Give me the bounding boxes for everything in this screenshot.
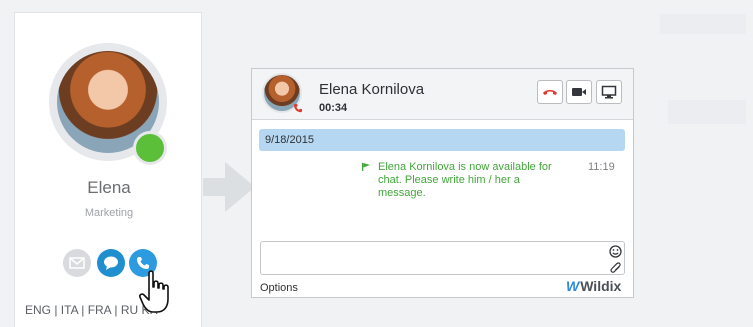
chat-bubble-icon [104,256,118,270]
hangup-icon [543,90,557,95]
chat-header: Elena Kornilova 00:34 [252,69,633,120]
date-separator: 9/18/2015 [259,129,625,151]
chat-window: Elena Kornilova 00:34 9/18/2015 Elena Ko… [251,68,634,298]
brand-mark: W [566,278,580,294]
call-timer: 00:34 [319,102,348,114]
hangup-button[interactable] [537,80,563,104]
chat-contact-name: Elena Kornilova [319,81,425,98]
video-camera-icon [572,88,586,96]
contact-name: Elena [87,178,131,197]
background-shape [660,14,746,34]
envelope-icon [69,257,85,269]
hand-pointer-icon [139,270,169,313]
brand-name: Wildix [580,278,622,294]
phone-icon [137,257,149,269]
screen-share-button[interactable] [596,80,622,104]
monitor-icon [601,85,617,99]
options-link[interactable]: Options [260,282,298,294]
phone-badge-icon [293,103,303,113]
video-call-button[interactable] [566,80,592,104]
message-input[interactable] [260,241,625,275]
paperclip-icon[interactable] [610,262,622,275]
contact-department: Marketing [84,207,134,219]
background-arrow [203,152,255,227]
presence-status-dot [133,131,167,165]
email-button[interactable] [63,249,91,277]
chat-button[interactable] [97,249,125,277]
flag-icon [362,163,370,171]
contact-card: Elena Marketing ENG | ITA | FRA | RU KR [14,12,202,327]
smiley-icon[interactable] [609,245,622,258]
brand-logo: W Wildix [566,278,621,294]
system-message: Elena Kornilova is now available for cha… [378,161,552,199]
message-timestamp: 11:19 [588,161,615,173]
background-shape [668,100,746,124]
